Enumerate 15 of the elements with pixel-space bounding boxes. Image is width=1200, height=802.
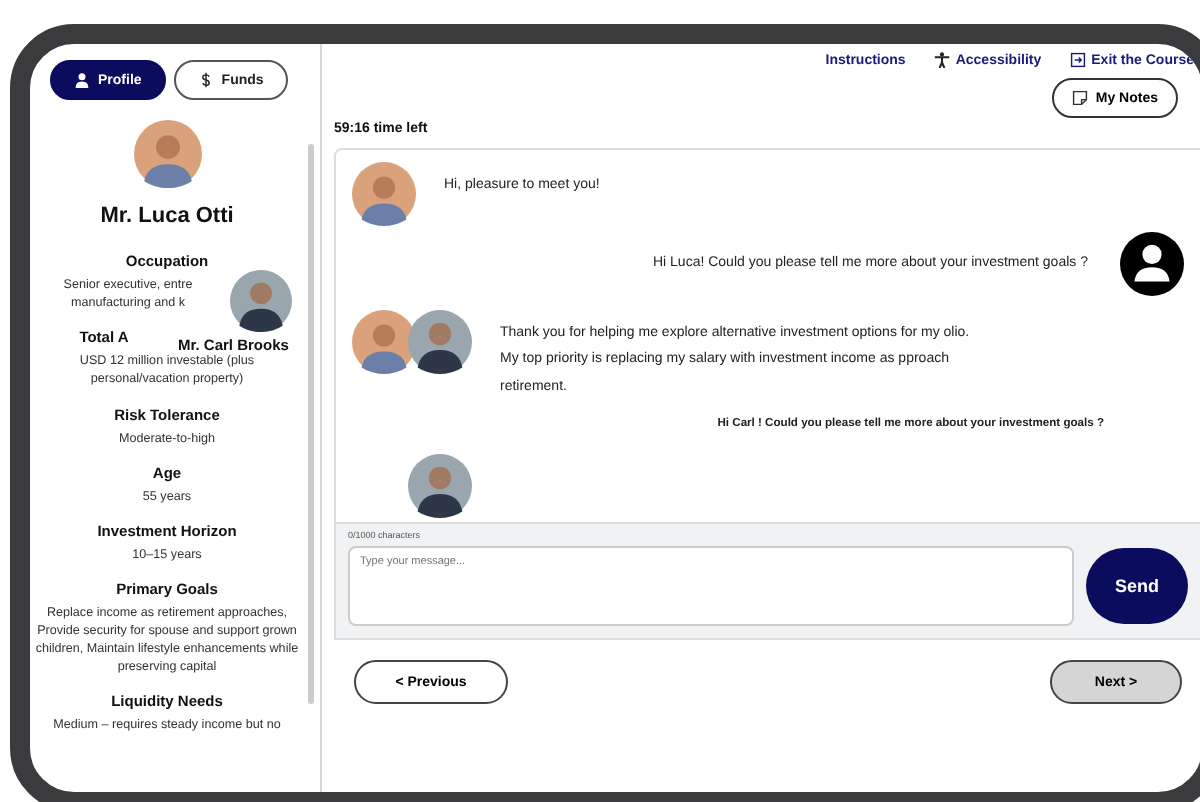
avatar <box>133 120 201 188</box>
exit-icon <box>1069 52 1086 68</box>
scrollbar[interactable] <box>308 144 314 704</box>
user-icon <box>1120 232 1184 296</box>
avatar <box>230 270 292 332</box>
avatar <box>408 453 472 518</box>
avatar <box>352 310 416 374</box>
avatar <box>352 162 416 226</box>
send-button[interactable]: Send <box>1086 548 1188 624</box>
person-icon <box>74 72 90 88</box>
client-name: Mr. Luca Otti <box>100 204 234 228</box>
person-icon <box>933 52 950 68</box>
note-icon <box>1071 90 1088 106</box>
avatar <box>408 310 472 374</box>
dollar-icon <box>197 72 214 88</box>
